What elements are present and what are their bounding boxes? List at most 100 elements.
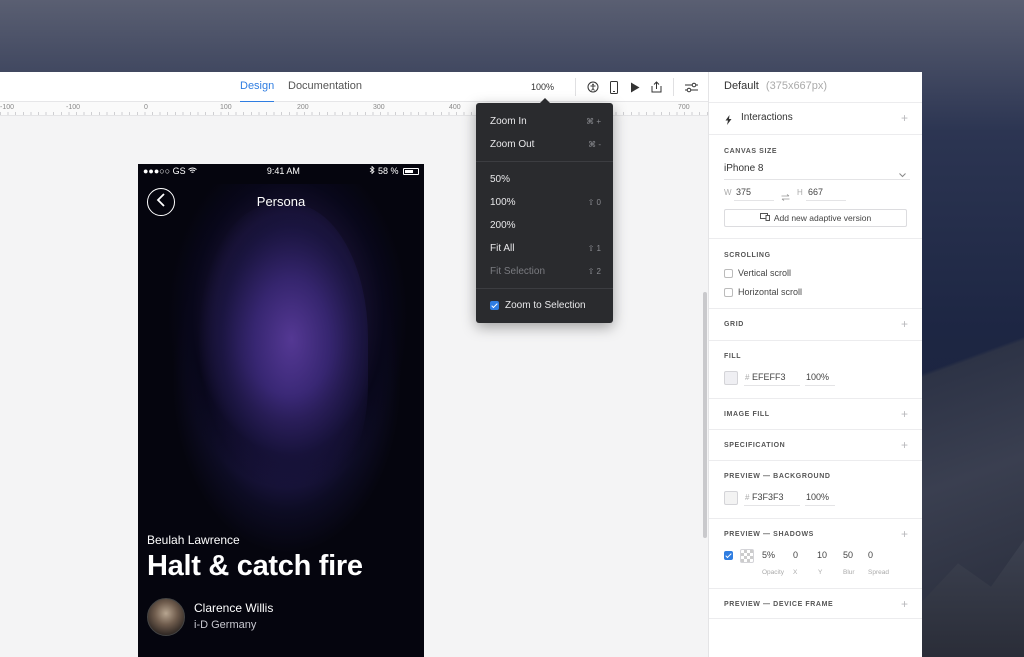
menu-item-shortcut: ⌘ + [586,116,601,126]
menu-item-zoom-100[interactable]: 100% ⇧ 0 [490,194,601,210]
divider [734,200,774,201]
menu-item-label: 50% [490,173,511,185]
link-arrows-icon[interactable] [781,188,790,206]
battery-icon [403,168,419,176]
menu-item-zoom-50[interactable]: 50% [490,171,601,187]
shadow-spread-input[interactable]: 0 [868,550,873,560]
add-interaction-plus-icon[interactable]: + [901,111,908,125]
divider [744,385,800,386]
artboard-header: Default (375x667px) [724,80,827,92]
tab-design[interactable]: Design [240,80,275,103]
fill-color-swatch[interactable] [724,371,738,385]
preview-background-opacity-input[interactable]: 100% [806,492,829,502]
add-specification-plus-icon[interactable]: + [901,438,908,452]
menu-item-zoom-to-selection[interactable]: Zoom to Selection [490,297,601,313]
wifi-icon [188,166,197,176]
fill-opacity-input[interactable]: 100% [806,372,829,382]
avatar [147,598,185,636]
zoom-menu: Zoom In ⌘ + Zoom Out ⌘ - 50% 100% ⇧ 0 20… [476,98,613,323]
shadow-opacity-input[interactable]: 5% [762,550,775,560]
add-adaptive-version-label: Add new adaptive version [773,213,872,223]
ruler-label: 100 [220,104,232,111]
shadow-x-input[interactable]: 0 [793,550,798,560]
ruler-label: -100 [66,104,81,111]
menu-separator [476,161,613,162]
ruler-label: 200 [297,104,309,111]
menu-item-fit-selection[interactable]: Fit Selection ⇧ 2 [490,263,601,279]
artboard-name[interactable]: Default [724,80,759,92]
hash-label: # [745,373,750,382]
preview-background-hex-input[interactable]: F3F3F3 [752,492,784,502]
grid-title: GRID [724,321,744,328]
shadow-y-input[interactable]: 10 [817,550,827,560]
fill-section: FILL # EFEFF3 100% [709,340,922,398]
menu-item-fit-all[interactable]: Fit All ⇧ 1 [490,240,601,256]
fill-hex-input[interactable]: EFEFF3 [752,372,786,382]
menu-item-shortcut: ⇧ 0 [587,197,601,207]
menu-item-zoom-out[interactable]: Zoom Out ⌘ - [490,136,601,152]
add-grid-plus-icon[interactable]: + [901,317,908,331]
divider [805,505,835,506]
artboard-size: (375x667px) [765,80,828,92]
shadow-enabled-checkbox[interactable] [724,551,733,560]
menu-item-shortcut: ⇧ 1 [587,243,601,253]
interactions-label[interactable]: Interactions [741,112,793,123]
canvas-scrollbar[interactable] [703,292,707,538]
opacity-caption: Opacity [762,569,785,576]
play-icon[interactable] [627,79,643,95]
preview-shadows-section: PREVIEW — SHADOWS + 5% 0 10 50 0 Opacity… [709,518,922,588]
bluetooth-icon [369,165,378,176]
menu-item-zoom-in[interactable]: Zoom In ⌘ + [490,113,601,129]
specification-section: SPECIFICATION + [709,429,922,460]
preview-background-section: PREVIEW — BACKGROUND # F3F3F3 100% [709,460,922,518]
menu-separator [476,288,613,289]
shadow-blur-input[interactable]: 50 [843,550,853,560]
device-select[interactable]: iPhone 8 [724,163,763,174]
width-input[interactable]: 375 [736,187,751,197]
image-fill-section: IMAGE FILL + [709,398,922,429]
phone-artboard[interactable]: ●●●○○ GS 9:41 AM 58 % Persona Beulah Law… [138,164,424,657]
status-time: 9:41 AM [266,166,300,176]
share-icon[interactable] [648,79,664,95]
toolbar-divider [673,78,674,96]
credit-name: Clarence Willis [194,601,274,615]
height-input[interactable]: 667 [808,187,823,197]
vertical-scroll-checkbox[interactable] [724,269,733,278]
fill-title: FILL [724,353,742,360]
menu-item-label: Fit All [490,242,515,254]
portrait-image [198,204,368,504]
divider [806,200,846,201]
menu-item-label: Fit Selection [490,265,546,277]
divider [744,505,800,506]
ruler-label: -100 [0,104,15,111]
add-shadow-plus-icon[interactable]: + [901,527,908,541]
preview-background-swatch[interactable] [724,491,738,505]
ios-status-bar: ●●●○○ GS 9:41 AM 58 % [143,165,419,178]
image-fill-title: IMAGE FILL [724,411,770,418]
menu-item-label: Zoom In [490,115,527,127]
spread-caption: Spread [868,569,889,576]
device-preview-icon[interactable] [606,79,622,95]
scrolling-section: SCROLLING Vertical scroll Horizontal scr… [709,238,922,308]
menu-item-zoom-200[interactable]: 200% [490,217,601,233]
add-image-fill-plus-icon[interactable]: + [901,407,908,421]
add-adaptive-version-button[interactable]: Add new adaptive version [724,209,907,227]
shadow-color-swatch[interactable] [740,549,754,563]
chevron-down-icon[interactable] [899,165,906,183]
inspector-panel: Default (375x667px) Interactions + CANVA… [708,72,922,657]
divider [724,179,910,180]
preview-device-frame-section: PREVIEW — DEVICE FRAME + [709,588,922,619]
canvas-size-section: CANVAS SIZE iPhone 8 W 375 H 667 Add new… [709,134,922,238]
canvas-size-title: CANVAS SIZE [724,148,778,155]
settings-sliders-icon[interactable] [683,79,699,95]
accessibility-icon[interactable] [585,79,601,95]
carrier-signal: ●●●○○ GS [143,166,186,176]
menu-item-label: 100% [490,196,516,208]
add-device-frame-plus-icon[interactable]: + [901,597,908,611]
horizontal-scroll-checkbox[interactable] [724,288,733,297]
vertical-scroll-label: Vertical scroll [738,268,792,278]
zoom-level-dropdown[interactable]: 100% [531,82,554,92]
preview-background-title: PREVIEW — BACKGROUND [724,473,831,480]
tab-documentation[interactable]: Documentation [288,80,362,92]
article-headline: Halt & catch fire [147,550,363,582]
